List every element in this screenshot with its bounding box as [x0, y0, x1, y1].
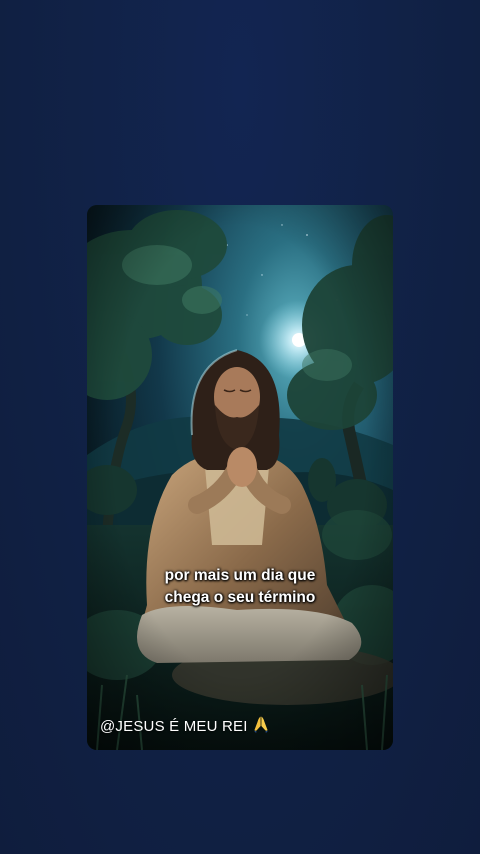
watermark-text: @JESUS É MEU REI — [100, 718, 248, 735]
account-watermark: @JESUS É MEU REI — [100, 715, 270, 737]
praying-hands-icon — [252, 715, 270, 737]
video-caption: por mais um dia que chega o seu término — [87, 565, 393, 609]
caption-line-2: chega o seu término — [164, 589, 316, 606]
caption-line-1: por mais um dia que — [164, 567, 316, 584]
jesus-praying-illustration — [87, 205, 393, 750]
post-image-card: por mais um dia que chega o seu término … — [87, 205, 393, 750]
